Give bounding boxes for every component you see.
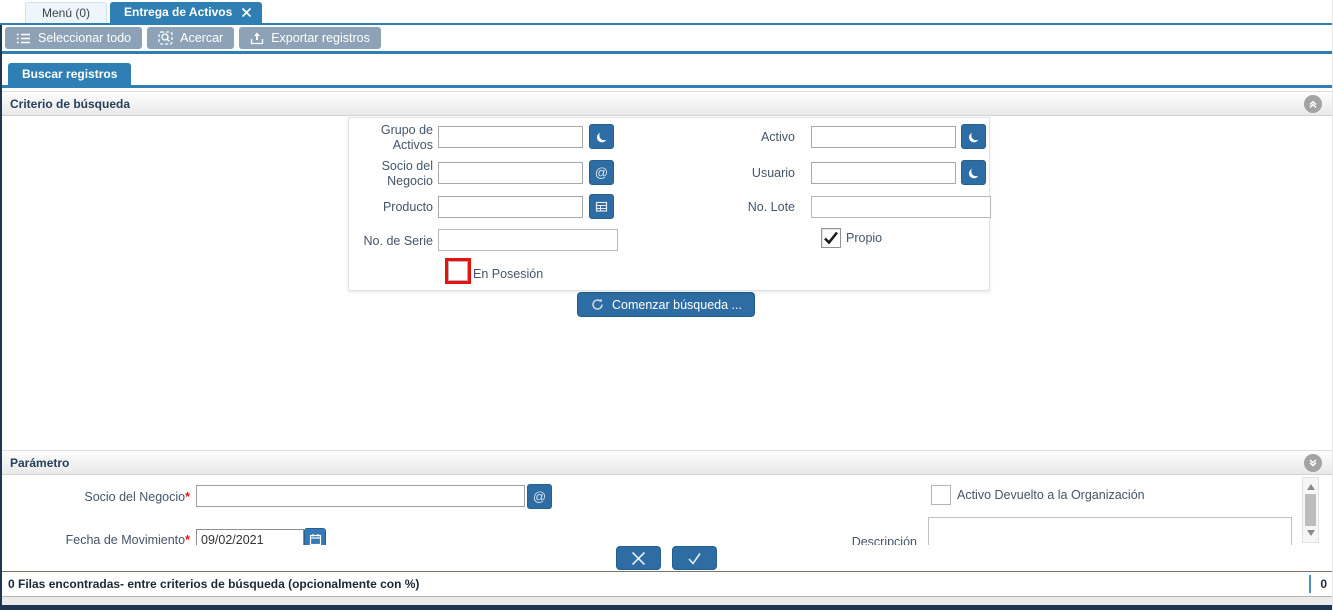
select-all-label: Seleccionar todo [38, 31, 132, 45]
criteria-title: Criterio de búsqueda [10, 96, 131, 111]
product-input[interactable] [438, 196, 583, 218]
window-bottom-edge [0, 605, 1332, 610]
user-input[interactable] [811, 162, 956, 184]
subtab-row: Buscar registros [0, 63, 1332, 88]
parameters-title: Parámetro [10, 455, 70, 470]
criteria-panel-header: Criterio de búsqueda [0, 91, 1332, 116]
possession-highlight-box [445, 258, 471, 284]
movement-date-input[interactable] [196, 529, 304, 545]
bpartner-search-lookup-button[interactable]: @ [589, 160, 614, 185]
product-lookup-button[interactable] [589, 194, 614, 219]
asset-group-lookup-button[interactable] [589, 124, 614, 149]
calendar-icon [309, 533, 322, 546]
lot-no-input[interactable] [811, 196, 991, 218]
confirm-button[interactable] [671, 546, 717, 570]
asset-group-label: Grupo de Activos [380, 123, 433, 152]
serial-no-label: No. de Serie [363, 234, 433, 248]
serial-no-input[interactable] [438, 229, 618, 251]
bpartner-icon: @ [532, 489, 547, 504]
owned-checkbox[interactable] [821, 228, 841, 248]
zoom-icon [158, 31, 173, 45]
user-label: Usuario [751, 166, 795, 180]
cancel-button[interactable] [615, 546, 661, 570]
start-search-label: Comenzar búsqueda ... [612, 297, 742, 312]
scroll-up-arrow[interactable] [1307, 484, 1315, 490]
bpartner-search-label: Socio del Negocio [381, 159, 433, 188]
empty-area [0, 318, 1332, 450]
bpartner-param-input[interactable] [196, 485, 525, 507]
search-criteria-box: Grupo de Activos Socio del Negocio @ Pro… [348, 117, 991, 291]
collapse-up-icon [1308, 99, 1318, 109]
possession-checkbox[interactable] [448, 261, 468, 281]
product-icon [595, 200, 608, 213]
window-left-border [0, 25, 2, 610]
scrollbar-thumb[interactable] [1305, 494, 1316, 526]
application-window: Menú (0) Entrega de Activos Seleccionar … [0, 0, 1333, 610]
parameters-body: Socio del Negocio* @ Activo Devuelto a l… [0, 475, 1332, 545]
vertical-scrollbar[interactable] [1302, 477, 1319, 543]
statusbar: 0 Filas encontradas- entre criterios de … [0, 572, 1332, 596]
window-tabbar: Menú (0) Entrega de Activos [0, 0, 1332, 25]
bpartner-icon: @ [594, 165, 609, 180]
bpartner-param-label: Socio del Negocio* [0, 490, 190, 505]
parameters-panel-header: Parámetro [0, 450, 1332, 475]
export-icon [250, 31, 264, 45]
window-footer [0, 596, 1332, 610]
tab-entrega-label: Entrega de Activos [124, 5, 233, 19]
possession-label: En Posesión [473, 267, 544, 281]
required-asterisk: * [185, 490, 190, 504]
bpartner-search-input[interactable] [438, 162, 583, 184]
tab-entrega-de-activos[interactable]: Entrega de Activos [110, 2, 263, 23]
asset-label: Activo [760, 130, 795, 144]
confirm-check-icon [686, 550, 703, 567]
zoom-button[interactable]: Acercar [147, 27, 235, 49]
calendar-button[interactable] [304, 528, 326, 545]
toolbar: Seleccionar todo Acercar Exportar regist… [0, 25, 1332, 54]
user-lookup-button[interactable] [961, 160, 986, 185]
bpartner-param-label-text: Socio del Negocio [84, 490, 186, 504]
product-label: Producto [382, 200, 433, 214]
required-asterisk: * [185, 533, 190, 545]
asset-group-input[interactable] [438, 126, 583, 148]
tab-menu[interactable]: Menú (0) [25, 2, 108, 23]
checkmark-icon [822, 229, 840, 247]
tab-close-icon[interactable] [241, 7, 252, 18]
status-count: 0 [1309, 575, 1327, 593]
lookup-icon [967, 130, 981, 144]
parameters-collapse-button[interactable] [1304, 454, 1322, 472]
asset-input[interactable] [811, 126, 956, 148]
list-icon [16, 32, 31, 45]
returned-checkbox[interactable] [931, 485, 951, 505]
collapse-down-icon [1308, 458, 1318, 468]
status-message: 0 Filas encontradas- entre criterios de … [8, 577, 420, 591]
search-button-row: Comenzar búsqueda ... [0, 292, 1332, 318]
lookup-icon [595, 130, 609, 144]
refresh-icon [590, 297, 605, 312]
description-textarea[interactable] [928, 517, 1292, 545]
export-records-button[interactable]: Exportar registros [239, 27, 381, 49]
owned-label: Propio [846, 231, 883, 245]
criteria-collapse-button[interactable] [1304, 95, 1322, 113]
zoom-label: Acercar [180, 31, 224, 45]
bpartner-param-lookup-button[interactable]: @ [527, 484, 552, 509]
criteria-body: Grupo de Activos Socio del Negocio @ Pro… [0, 116, 1332, 292]
movement-date-label: Fecha de Movimiento* [0, 533, 190, 545]
movement-date-label-text: Fecha de Movimiento [65, 533, 186, 545]
asset-lookup-button[interactable] [961, 124, 986, 149]
export-records-label: Exportar registros [271, 31, 370, 45]
returned-label: Activo Devuelto a la Organización [957, 488, 1145, 502]
description-label: Descripción [851, 535, 917, 545]
start-search-button[interactable]: Comenzar búsqueda ... [577, 292, 755, 317]
lot-no-label: No. Lote [747, 200, 795, 214]
select-all-button[interactable]: Seleccionar todo [5, 27, 143, 49]
lookup-icon [967, 166, 981, 180]
confirm-panel [0, 545, 1332, 572]
subtab-buscar-registros[interactable]: Buscar registros [8, 63, 132, 85]
scroll-down-arrow[interactable] [1307, 530, 1315, 536]
cancel-x-icon [630, 550, 647, 567]
